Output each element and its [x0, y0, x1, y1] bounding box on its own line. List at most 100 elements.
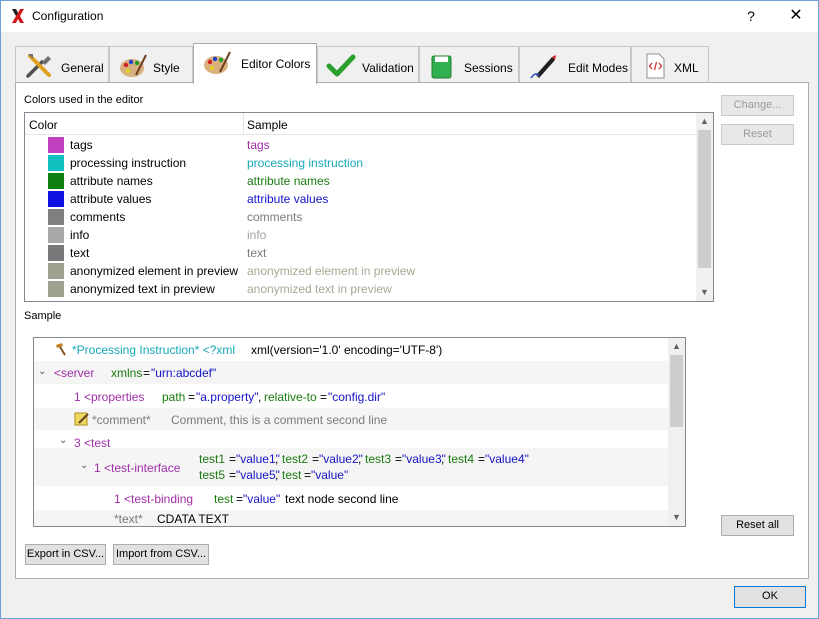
tree-row-cdata[interactable]: *text* CDATA TEXT — [34, 510, 668, 526]
tab-editor-colors-label: Editor Colors — [241, 57, 311, 71]
color-sample: tags — [247, 138, 270, 152]
attr-test: test — [282, 468, 302, 482]
test-binding-attr: test — [214, 492, 234, 506]
checkmark-icon — [326, 54, 356, 77]
color-sample: comments — [247, 210, 303, 224]
properties-count: 1 — [74, 390, 81, 404]
attr-test5: test5 — [199, 468, 226, 482]
color-row[interactable]: anonymized element in preview anonymized … — [25, 262, 696, 280]
reset-all-button[interactable]: Reset all — [721, 515, 794, 536]
close-button[interactable]: ✕ — [781, 5, 811, 27]
tab-validation-label: Validation — [362, 61, 414, 75]
scrollbar-thumb[interactable] — [698, 130, 711, 268]
column-header-color[interactable]: Color — [29, 118, 58, 132]
collapse-toggle-icon[interactable]: ⌄ — [38, 366, 46, 377]
color-name: tags — [70, 138, 93, 152]
properties-val-path: "a.property" — [196, 390, 259, 404]
pi-text: xml(version='1.0' encoding='UTF-8') — [251, 343, 443, 357]
tab-edit-modes-label: Edit Modes — [568, 61, 629, 75]
val-test4: "value4" — [485, 452, 529, 466]
tab-general[interactable]: General — [15, 46, 109, 83]
color-sample: text — [247, 246, 267, 260]
comment-text: Comment, this is a comment second line — [171, 413, 388, 427]
tab-general-label: General — [61, 61, 104, 75]
color-row[interactable]: attribute values attribute values — [25, 190, 696, 208]
color-swatch — [48, 137, 64, 153]
properties-val-relative: "config.dir" — [328, 390, 386, 404]
reset-button[interactable]: Reset — [721, 124, 794, 145]
tree-row-comment[interactable]: *comment* Comment, this is a comment sec… — [34, 408, 668, 430]
tools-icon — [26, 54, 51, 78]
color-row[interactable]: text text — [25, 244, 696, 262]
pen-icon — [530, 55, 556, 79]
tab-style-label: Style — [153, 61, 180, 75]
app-x-icon — [12, 9, 24, 23]
hammer-icon — [56, 343, 66, 356]
scroll-down-icon[interactable]: ▼ — [668, 509, 685, 526]
colors-table-scrollbar[interactable]: ▲ ▼ — [696, 113, 713, 301]
color-sample: attribute values — [247, 192, 329, 206]
color-name: attribute names — [70, 174, 153, 188]
server-tag: <server — [54, 366, 95, 380]
sample-section-label: Sample — [24, 310, 62, 322]
tab-style[interactable]: Style — [109, 46, 193, 83]
tree-row-server[interactable]: ⌄ <server xmlns = "urn:abcdef" — [34, 361, 668, 384]
pencil-note-icon — [74, 412, 89, 426]
tab-validation[interactable]: Validation — [317, 46, 419, 83]
color-row[interactable]: comments comments — [25, 208, 696, 226]
scrollbar-thumb[interactable] — [670, 355, 683, 427]
ok-button[interactable]: OK — [734, 586, 806, 608]
help-button[interactable]: ? — [741, 5, 761, 27]
tab-xml[interactable]: XML — [631, 46, 709, 83]
test-binding-val: "value" — [243, 492, 281, 506]
color-swatch — [48, 227, 64, 243]
color-sample: processing instruction — [247, 156, 364, 170]
tab-editor-colors[interactable]: Editor Colors — [193, 43, 317, 84]
test-binding-text: text node second line — [285, 492, 399, 506]
pi-label: *Processing Instruction* <?xml — [72, 343, 236, 357]
column-header-sample[interactable]: Sample — [247, 118, 288, 132]
color-row[interactable]: info info — [25, 226, 696, 244]
color-sample: info — [247, 228, 267, 242]
tab-sessions-label: Sessions — [464, 61, 513, 75]
properties-tag: <properties — [84, 390, 145, 404]
color-row[interactable]: processing instruction processing instruc… — [25, 154, 696, 172]
test-interface-tag: <test-interface — [104, 461, 181, 475]
color-swatch — [48, 191, 64, 207]
collapse-toggle-icon[interactable]: ⌄ — [80, 460, 88, 471]
test-binding-count: 1 — [114, 492, 121, 506]
tab-edit-modes[interactable]: Edit Modes — [519, 46, 631, 83]
color-name: attribute values — [70, 192, 152, 206]
tree-row-test-interface[interactable]: ⌄ 1 <test-interface test1 = "value1" , t… — [34, 448, 668, 486]
tree-row-properties[interactable]: 1 <properties path = "a.property" , rela… — [34, 385, 668, 407]
color-swatch — [48, 245, 64, 261]
column-divider[interactable] — [243, 113, 244, 135]
color-row[interactable]: attribute names attribute names — [25, 172, 696, 190]
test-interface-count: 1 — [94, 461, 101, 475]
tab-sessions[interactable]: Sessions — [419, 46, 519, 83]
val-test5: "value5" — [236, 468, 280, 482]
color-row[interactable]: tags tags — [25, 136, 696, 154]
tree-row-processing-instruction[interactable]: *Processing Instruction* <?xml xml(versi… — [34, 338, 668, 360]
properties-sep: , — [258, 390, 262, 404]
import-csv-button[interactable]: Import from CSV... — [113, 544, 209, 565]
sample-tree-scrollbar[interactable]: ▲ ▼ — [668, 338, 685, 526]
color-row[interactable]: anonymized text in preview anonymized tex… — [25, 280, 696, 298]
scroll-up-icon[interactable]: ▲ — [696, 113, 713, 130]
tree-row-test-binding[interactable]: 1 <test-binding test = "value" text node… — [34, 486, 668, 510]
collapse-toggle-icon[interactable]: ⌄ — [59, 435, 67, 446]
server-attr-name: xmlns — [111, 366, 143, 380]
attr-test3: test3 — [365, 452, 392, 466]
colors-section-label: Colors used in the editor — [24, 94, 144, 106]
properties-attr-relative: relative-to — [264, 390, 317, 404]
palette-icon — [120, 54, 147, 77]
tab-xml-label: XML — [674, 61, 699, 75]
val-test1: "value1" — [236, 452, 280, 466]
scroll-up-icon[interactable]: ▲ — [668, 338, 685, 355]
change-button[interactable]: Change... — [721, 95, 794, 116]
test-binding-tag: <test-binding — [124, 492, 194, 506]
export-csv-button[interactable]: Export in CSV... — [25, 544, 106, 565]
title-bar: Configuration ? ✕ — [1, 1, 818, 32]
scroll-down-icon[interactable]: ▼ — [696, 284, 713, 301]
color-swatch — [48, 173, 64, 189]
